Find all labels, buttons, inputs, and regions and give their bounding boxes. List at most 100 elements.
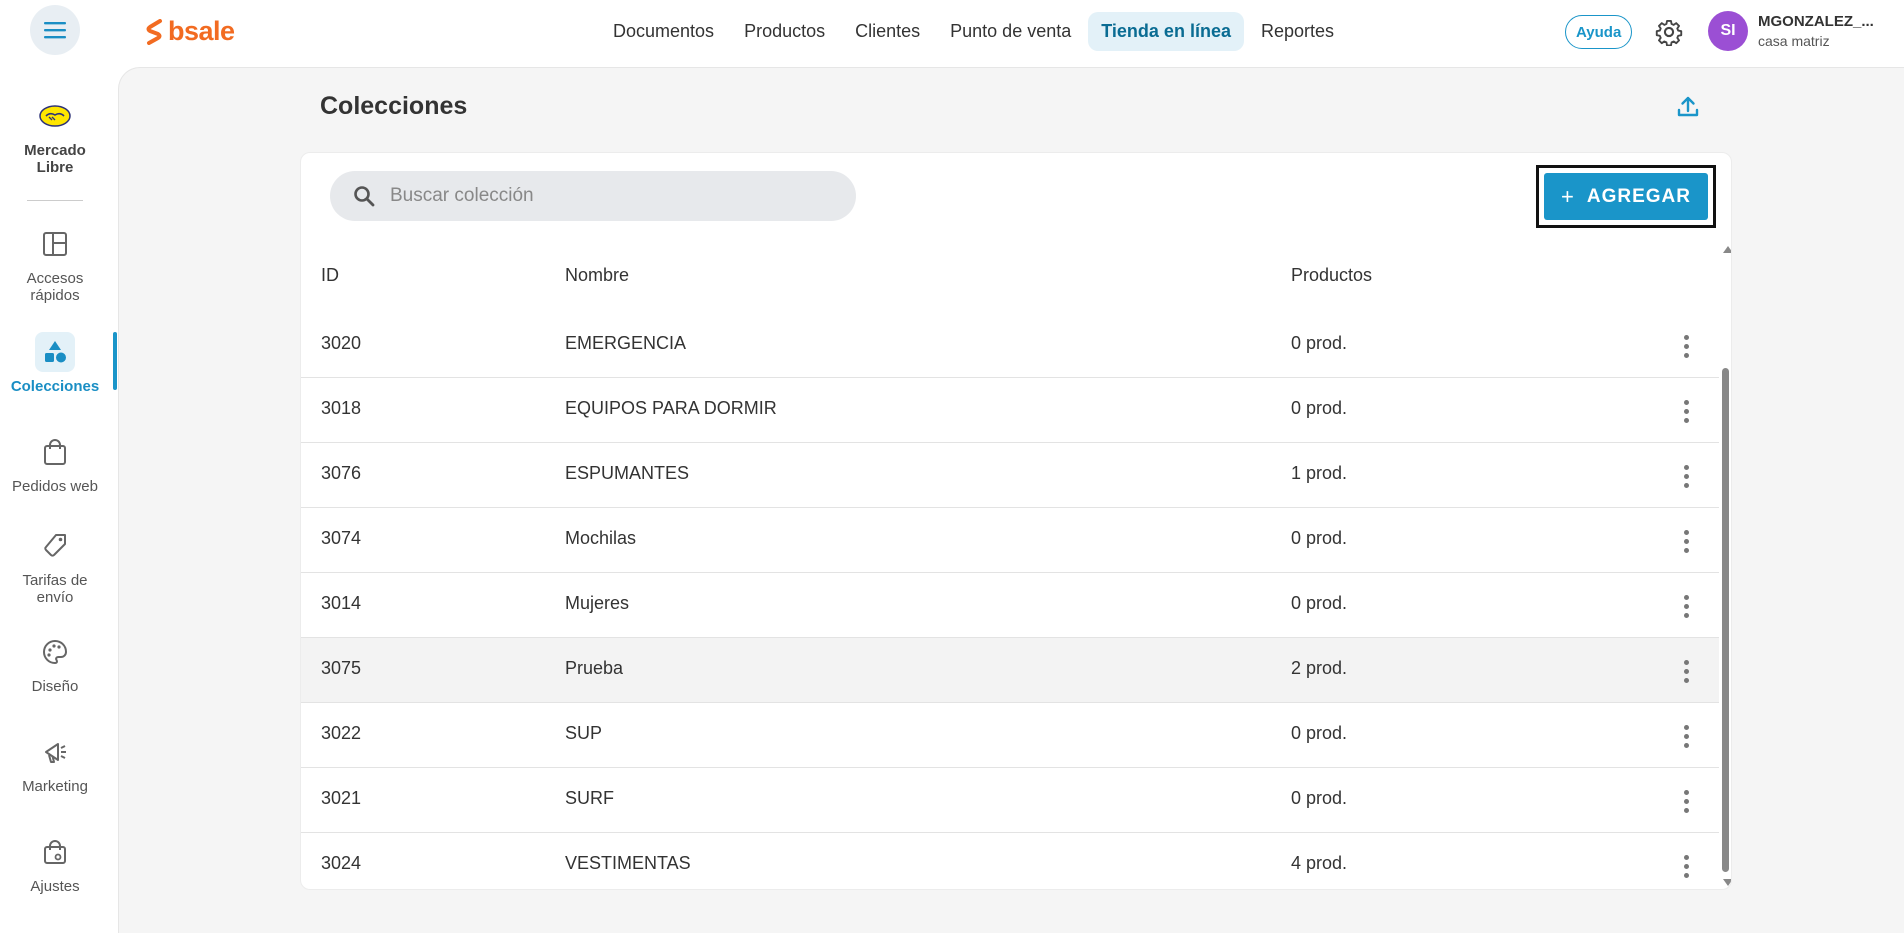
cell-products: 0 prod.: [1291, 528, 1348, 548]
top-bar: bsale Documentos Productos Clientes Punt…: [0, 0, 1904, 66]
sidebar-item-ajustes[interactable]: Ajustes: [0, 832, 110, 895]
column-header-nombre[interactable]: Nombre: [565, 265, 629, 286]
scroll-down-arrow-icon[interactable]: [1723, 879, 1731, 886]
export-button[interactable]: [1676, 94, 1700, 123]
collections-card: + AGREGAR ID Nombre Productos 3020 EMERG…: [300, 152, 1732, 890]
sidebar-item-label: Diseño: [31, 678, 79, 695]
column-header-productos[interactable]: Productos: [1291, 265, 1372, 286]
cell-name: VESTIMENTAS: [565, 853, 691, 873]
more-options-icon[interactable]: [1671, 786, 1701, 816]
sidebar-divider: [27, 200, 83, 201]
user-avatar[interactable]: SI: [1708, 11, 1748, 51]
page-title: Colecciones: [320, 92, 468, 120]
cell-name: Prueba: [565, 658, 624, 678]
sidebar-item-tarifas-de-envio[interactable]: Tarifas de envío: [0, 526, 110, 606]
cell-id: 3014: [321, 593, 362, 613]
more-options-icon[interactable]: [1671, 461, 1701, 491]
gear-icon: [1655, 19, 1683, 47]
cell-products: 0 prod.: [1291, 788, 1348, 808]
shapes-icon: [35, 332, 75, 372]
sidebar-item-diseno[interactable]: Diseño: [0, 632, 110, 695]
cell-id: 3076: [321, 463, 362, 483]
more-options-icon[interactable]: [1671, 656, 1701, 686]
cell-id: 3020: [321, 333, 362, 353]
palette-icon: [35, 632, 75, 672]
cell-name: SUP: [565, 723, 603, 743]
sidebar-item-label: Marketing: [22, 778, 88, 795]
more-options-icon[interactable]: [1671, 526, 1701, 556]
nav-tienda-en-linea[interactable]: Tienda en línea: [1088, 12, 1244, 51]
column-header-id[interactable]: ID: [321, 265, 339, 286]
cell-products: 2 prod.: [1291, 658, 1348, 678]
more-options-icon[interactable]: [1671, 591, 1701, 621]
help-button[interactable]: Ayuda: [1565, 15, 1633, 49]
cell-id: 3074: [321, 528, 362, 548]
sidebar-item-colecciones[interactable]: Colecciones: [0, 332, 110, 395]
table-row[interactable]: 3075 Prueba 2 prod.: [301, 638, 1719, 703]
nav-productos[interactable]: Productos: [731, 12, 838, 51]
sidebar-item-label: Mercado Libre: [24, 142, 86, 176]
scroll-up-arrow-icon[interactable]: [1723, 246, 1731, 253]
sidebar-item-marketing[interactable]: Marketing: [0, 732, 110, 795]
table-row[interactable]: 3018 EQUIPOS PARA DORMIR 0 prod.: [301, 378, 1719, 443]
table-row[interactable]: 3020 EMERGENCIA 0 prod.: [301, 313, 1719, 378]
search-bar[interactable]: [330, 171, 856, 221]
menu-icon: [44, 22, 66, 39]
more-options-icon[interactable]: [1671, 851, 1701, 881]
logo-text: bsale: [168, 16, 235, 46]
nav-punto-de-venta[interactable]: Punto de venta: [937, 12, 1084, 51]
nav-documentos[interactable]: Documentos: [600, 12, 727, 51]
tag-icon: [35, 526, 75, 566]
sidebar-item-label: Accesos rápidos: [26, 270, 84, 304]
cell-products: 1 prod.: [1291, 463, 1348, 483]
cell-id: 3022: [321, 723, 362, 743]
user-info[interactable]: MGONZALEZ_... casa matriz: [1758, 13, 1874, 49]
cell-id: 3021: [321, 788, 362, 808]
user-name: MGONZALEZ_...: [1758, 13, 1874, 30]
cell-name: SURF: [565, 788, 614, 808]
sidebar-item-label: Ajustes: [30, 878, 80, 895]
more-options-icon[interactable]: [1671, 721, 1701, 751]
sidebar-item-label: Pedidos web: [12, 478, 98, 495]
table-row[interactable]: 3022 SUP 0 prod.: [301, 703, 1719, 768]
add-button-focus-ring: + AGREGAR: [1536, 165, 1716, 228]
table-row[interactable]: 3076 ESPUMANTES 1 prod.: [301, 443, 1719, 508]
cell-products: 0 prod.: [1291, 333, 1348, 353]
settings-button[interactable]: [1655, 18, 1683, 51]
main-nav: Documentos Productos Clientes Punto de v…: [600, 12, 1347, 51]
cell-name: Mujeres: [565, 593, 630, 613]
sidebar-item-accesos-rapidos[interactable]: Accesos rápidos: [0, 224, 110, 304]
cell-products: 4 prod.: [1291, 853, 1348, 873]
cell-name: ESPUMANTES: [565, 463, 690, 483]
more-options-icon[interactable]: [1671, 331, 1701, 361]
bsale-logo-icon: [146, 18, 162, 45]
add-collection-button[interactable]: + AGREGAR: [1544, 173, 1708, 220]
cell-products: 0 prod.: [1291, 398, 1348, 418]
search-icon: [354, 186, 375, 207]
bsale-logo[interactable]: bsale: [146, 16, 235, 47]
more-options-icon[interactable]: [1671, 396, 1701, 426]
table-row[interactable]: 3021 SURF 0 prod.: [301, 768, 1719, 833]
cell-id: 3018: [321, 398, 362, 418]
sidebar-item-mercado-libre[interactable]: Mercado Libre: [0, 96, 110, 176]
search-input[interactable]: [390, 185, 830, 207]
sidebar: Mercado Libre Accesos rápidos Coleccione…: [0, 66, 118, 933]
user-branch: casa matriz: [1758, 33, 1830, 49]
plus-icon: +: [1561, 183, 1575, 209]
hamburger-menu-button[interactable]: [30, 5, 80, 55]
nav-clientes[interactable]: Clientes: [842, 12, 933, 51]
table-row[interactable]: 3014 Mujeres 0 prod.: [301, 573, 1719, 638]
table-body: 3020 EMERGENCIA 0 prod. 3018 EQUIPOS PAR…: [301, 313, 1719, 889]
add-button-label: AGREGAR: [1586, 185, 1691, 207]
nav-reportes[interactable]: Reportes: [1248, 12, 1347, 51]
cell-name: EQUIPOS PARA DORMIR: [565, 398, 777, 418]
main-panel: Colecciones + AGREGAR ID Nombre Producto…: [118, 67, 1904, 933]
sidebar-item-pedidos-web[interactable]: Pedidos web: [0, 432, 110, 495]
table-row[interactable]: 3024 VESTIMENTAS 4 prod.: [301, 833, 1719, 889]
upload-icon: [1677, 96, 1699, 117]
sidebar-item-label: Colecciones: [10, 378, 100, 395]
cell-name: EMERGENCIA: [565, 333, 687, 353]
table-row[interactable]: 3074 Mochilas 0 prod.: [301, 508, 1719, 573]
scrollbar-thumb[interactable]: [1722, 368, 1729, 872]
cell-id: 3075: [321, 658, 362, 678]
